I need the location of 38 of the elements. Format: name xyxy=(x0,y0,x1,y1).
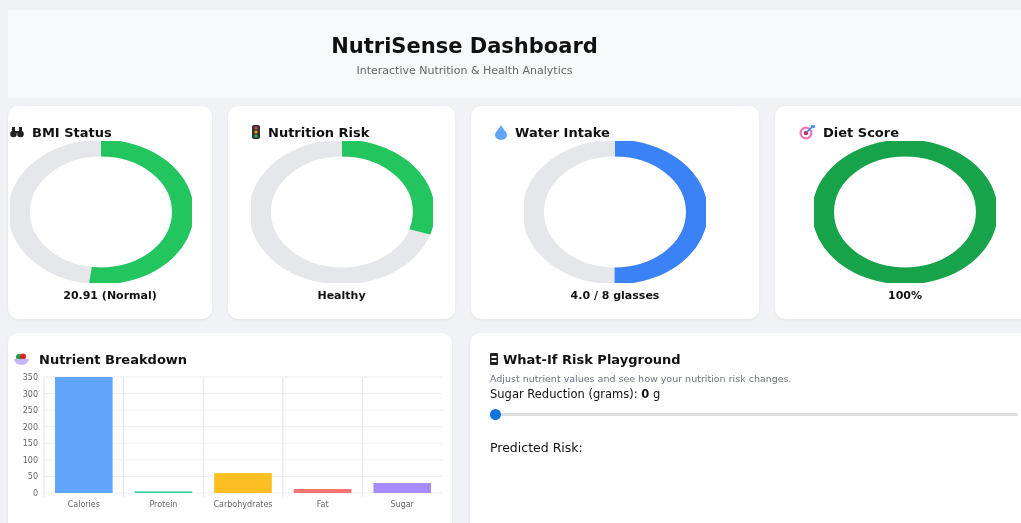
axis-category-label: Sugar xyxy=(390,500,414,509)
gauge-reading: 4.0 / 8 glasses xyxy=(570,289,660,302)
water-drop-icon xyxy=(495,124,507,140)
bar xyxy=(214,473,272,493)
axis-tick-label: 200 xyxy=(22,422,38,432)
axis-tick-label: 350 xyxy=(22,373,38,382)
axis-tick-label: 250 xyxy=(22,406,38,416)
card-title: Water Intake xyxy=(515,124,610,140)
axis-category-label: Calories xyxy=(67,500,100,509)
gauge-reading: Healthy xyxy=(317,289,366,302)
slider[interactable] xyxy=(490,409,1018,420)
axis-tick-label: 300 xyxy=(22,389,38,399)
target-icon xyxy=(799,124,815,140)
card-title: BMI Status xyxy=(32,124,112,140)
axis-tick-label: 150 xyxy=(22,439,38,449)
binoculars-icon xyxy=(10,126,24,138)
result-label: Predicted Risk: xyxy=(490,440,584,455)
card-title: Diet Score xyxy=(823,124,900,140)
axis-tick-label: 100 xyxy=(22,455,38,465)
description-text: Adjust nutrient values and see how your nutrition risk changes. xyxy=(490,373,793,384)
gauge-reading: 100% xyxy=(888,289,922,302)
card-title: What-If Risk Playground xyxy=(503,351,681,367)
axis-category-label: Fat xyxy=(316,500,329,509)
slider-label: Sugar Reduction (grams): 0 g xyxy=(490,387,662,401)
axis-tick-label: 50 xyxy=(27,472,38,482)
dashboard-title: NutriSense Dashboard xyxy=(331,34,598,58)
axis-tick-label: 0 xyxy=(32,489,38,498)
gauge-reading: 20.91 (Normal) xyxy=(63,289,157,302)
axis-category-label: Carbohydrates xyxy=(213,500,273,509)
card-title: Nutrient Breakdown xyxy=(39,351,188,367)
bar xyxy=(373,483,431,493)
bar xyxy=(293,489,352,493)
dashboard-subtitle: Interactive Nutrition & Health Analytics xyxy=(356,64,573,77)
card-title: Nutrition Risk xyxy=(268,124,370,140)
traffic-light-icon xyxy=(252,125,260,139)
slider-thumb[interactable] xyxy=(490,409,501,420)
axis-category-label: Protein xyxy=(149,500,178,509)
salad-bowl-icon xyxy=(14,352,29,366)
